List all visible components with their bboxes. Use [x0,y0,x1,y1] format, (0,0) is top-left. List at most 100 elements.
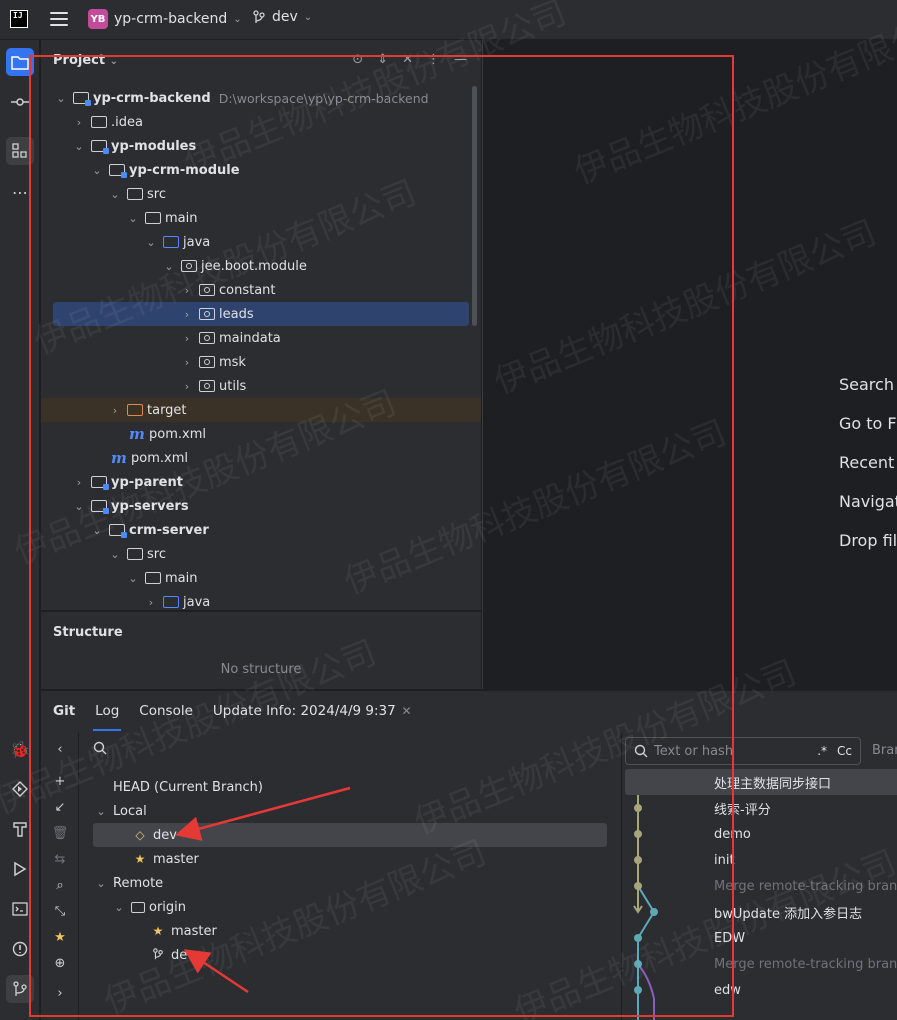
structure-title: Structure [53,625,123,640]
project-name: yp-crm-backend [114,11,228,27]
hint-search-everywhere: Search E [839,375,897,394]
git-tool-icon[interactable] [6,975,34,1003]
expand-all-icon[interactable]: ⇕ [377,52,388,67]
git-tabs: Git Log Console Update Info: 2024/4/9 9:… [41,691,897,731]
tree-node-src[interactable]: ⌄ src [41,182,481,206]
commit-row[interactable]: 处理主数据同步接口 [625,769,897,795]
branch-group-local[interactable]: ⌄ Local [81,799,621,823]
tree-node-crm-server[interactable]: ⌄ crm-server [41,518,481,542]
commit-row[interactable]: EDW [622,925,897,951]
log-search-placeholder: Text or hash [654,743,734,759]
compare-icon[interactable]: ⇆ [51,851,69,869]
branch-head[interactable]: HEAD (Current Branch) [81,775,621,799]
structure-tool-window: Structure No structure [41,611,481,689]
branch-group-origin[interactable]: ⌄ origin [81,895,621,919]
title-bar: IJ YB yp-crm-backend ⌄ dev ⌄ [0,0,897,40]
branch-local-dev[interactable]: ◇ dev [93,823,607,847]
tree-node-pom-modules[interactable]: m pom.xml [41,446,481,470]
tab-console[interactable]: Console [129,691,203,731]
tree-node-yp-crm-module[interactable]: ⌄ yp-crm-module [41,158,481,182]
branch-group-remote[interactable]: ⌄ Remote [81,871,621,895]
main-menu-icon[interactable] [50,12,68,28]
commit-row[interactable]: Merge remote-tracking branc [622,873,897,899]
tree-node-main[interactable]: ⌄ main [41,206,481,230]
hint-go-to-file: Go to Fi [839,414,897,433]
log-search-field[interactable]: Text or hash .* Cc [625,737,861,765]
branch-icon [149,947,167,963]
chevron-down-icon: ⌄ [233,13,242,25]
close-icon[interactable]: ✕ [398,704,412,718]
project-tool-icon[interactable] [6,48,34,76]
tab-update-info[interactable]: Update Info: 2024/4/9 9:37 ✕ [203,691,422,731]
commit-row[interactable]: edw [622,977,897,1003]
commit-row[interactable]: bwUpdate 添加入参日志 [622,899,897,925]
minimize-icon[interactable]: — [454,52,467,67]
commit-icon[interactable] [6,88,34,116]
branch-local-master[interactable]: ★ master [81,847,621,871]
options-icon[interactable]: ⋮ [427,52,440,67]
target-icon[interactable]: ⊕ [51,955,69,973]
git-log-panel: Text or hash .* Cc Bran 处理主数据同步接口 线索-评分 [621,733,897,1020]
terminal-icon[interactable] [6,895,34,923]
collapse-panel-icon[interactable]: ‹ [51,741,69,759]
regex-toggle[interactable]: .* [817,744,827,758]
tree-node-root[interactable]: ⌄ yp-crm-backend D:\workspace\yp\yp-crm-ba… [41,86,481,110]
git-label: Git [53,703,76,719]
build-hammer-icon[interactable] [6,815,34,843]
maven-icon: m [129,425,145,443]
tree-node-yp-servers[interactable]: ⌄ yp-servers [41,494,481,518]
tree-node-pom-module[interactable]: m pom.xml [41,422,481,446]
tab-log[interactable]: Log [85,691,129,731]
favorite-star-icon[interactable]: ★ [51,929,69,947]
tree-node-msk[interactable]: › msk [41,350,481,374]
tree-node-yp-parent[interactable]: › yp-parent [41,470,481,494]
editor-empty-area: Search E Go to Fi Recent Navigat Drop fi… [482,40,897,689]
debug-icon[interactable]: 🐞 [6,735,34,763]
tree-node-idea[interactable]: › .idea [41,110,481,134]
chevron-down-icon: ⌄ [303,11,313,23]
tree-node-utils[interactable]: › utils [41,374,481,398]
tree-node-constant[interactable]: › constant [41,278,481,302]
services-icon[interactable] [6,775,34,803]
update-icon[interactable]: ↙ [51,799,69,817]
tree-node-leads[interactable]: › leads [53,302,469,326]
commit-row[interactable]: init [622,847,897,873]
match-case-toggle[interactable]: Cc [837,744,852,758]
fetch-icon[interactable]: ⤡ [51,903,69,921]
branch-icon [253,10,265,23]
new-branch-icon[interactable]: + [51,773,69,791]
branch-switcher[interactable]: dev ⌄ [252,9,312,25]
locate-icon[interactable]: ⊙ [352,52,363,67]
branch-filter[interactable]: Bran [872,743,897,758]
branches-panel: HEAD (Current Branch) ⌄ Local ◇ dev ★ maste… [81,733,621,1020]
tree-node-server-main[interactable]: ⌄ main [41,566,481,590]
tree-node-server-src[interactable]: ⌄ src [41,542,481,566]
commit-row[interactable]: 线索-评分 [622,795,897,821]
delete-icon[interactable]: 🗑 [51,825,69,843]
collapse-all-icon[interactable]: ✕ [402,52,413,67]
search-icon [634,744,648,758]
tree-node-package[interactable]: ⌄ jee.boot.module [41,254,481,278]
expand-panel-icon[interactable]: › [51,985,69,1003]
tree-node-java[interactable]: ⌄ java [41,230,481,254]
branch-remote-dev[interactable]: dev [81,943,621,967]
git-side-toolbar: ‹ + ↙ 🗑 ⇆ ⌕ ⤡ ★ ⊕ › [41,733,79,1020]
tool-window-strip: ⋯ 🐞 [0,40,40,1020]
more-icon[interactable]: ⋯ [6,178,34,206]
branch-search-icon[interactable] [93,741,107,759]
project-title[interactable]: Project ⌄ [53,53,118,68]
project-switcher[interactable]: YB yp-crm-backend ⌄ [88,9,242,29]
problems-icon[interactable] [6,935,34,963]
tree-node-maindata[interactable]: › maindata [41,326,481,350]
commit-row[interactable]: demo [622,821,897,847]
structure-icon[interactable] [6,137,34,165]
hint-drop-files: Drop fil [839,531,897,550]
commit-list: 处理主数据同步接口 线索-评分 demo init Merge remote-t… [622,769,897,1003]
run-icon[interactable] [6,855,34,883]
search-icon[interactable]: ⌕ [51,877,69,895]
branch-remote-master[interactable]: ★ master [81,919,621,943]
tree-node-target[interactable]: › target [41,398,481,422]
commit-row[interactable]: Merge remote-tracking branc [622,951,897,977]
git-tool-window: Git Log Console Update Info: 2024/4/9 9:… [41,690,897,1020]
tree-node-yp-modules[interactable]: ⌄ yp-modules [41,134,481,158]
